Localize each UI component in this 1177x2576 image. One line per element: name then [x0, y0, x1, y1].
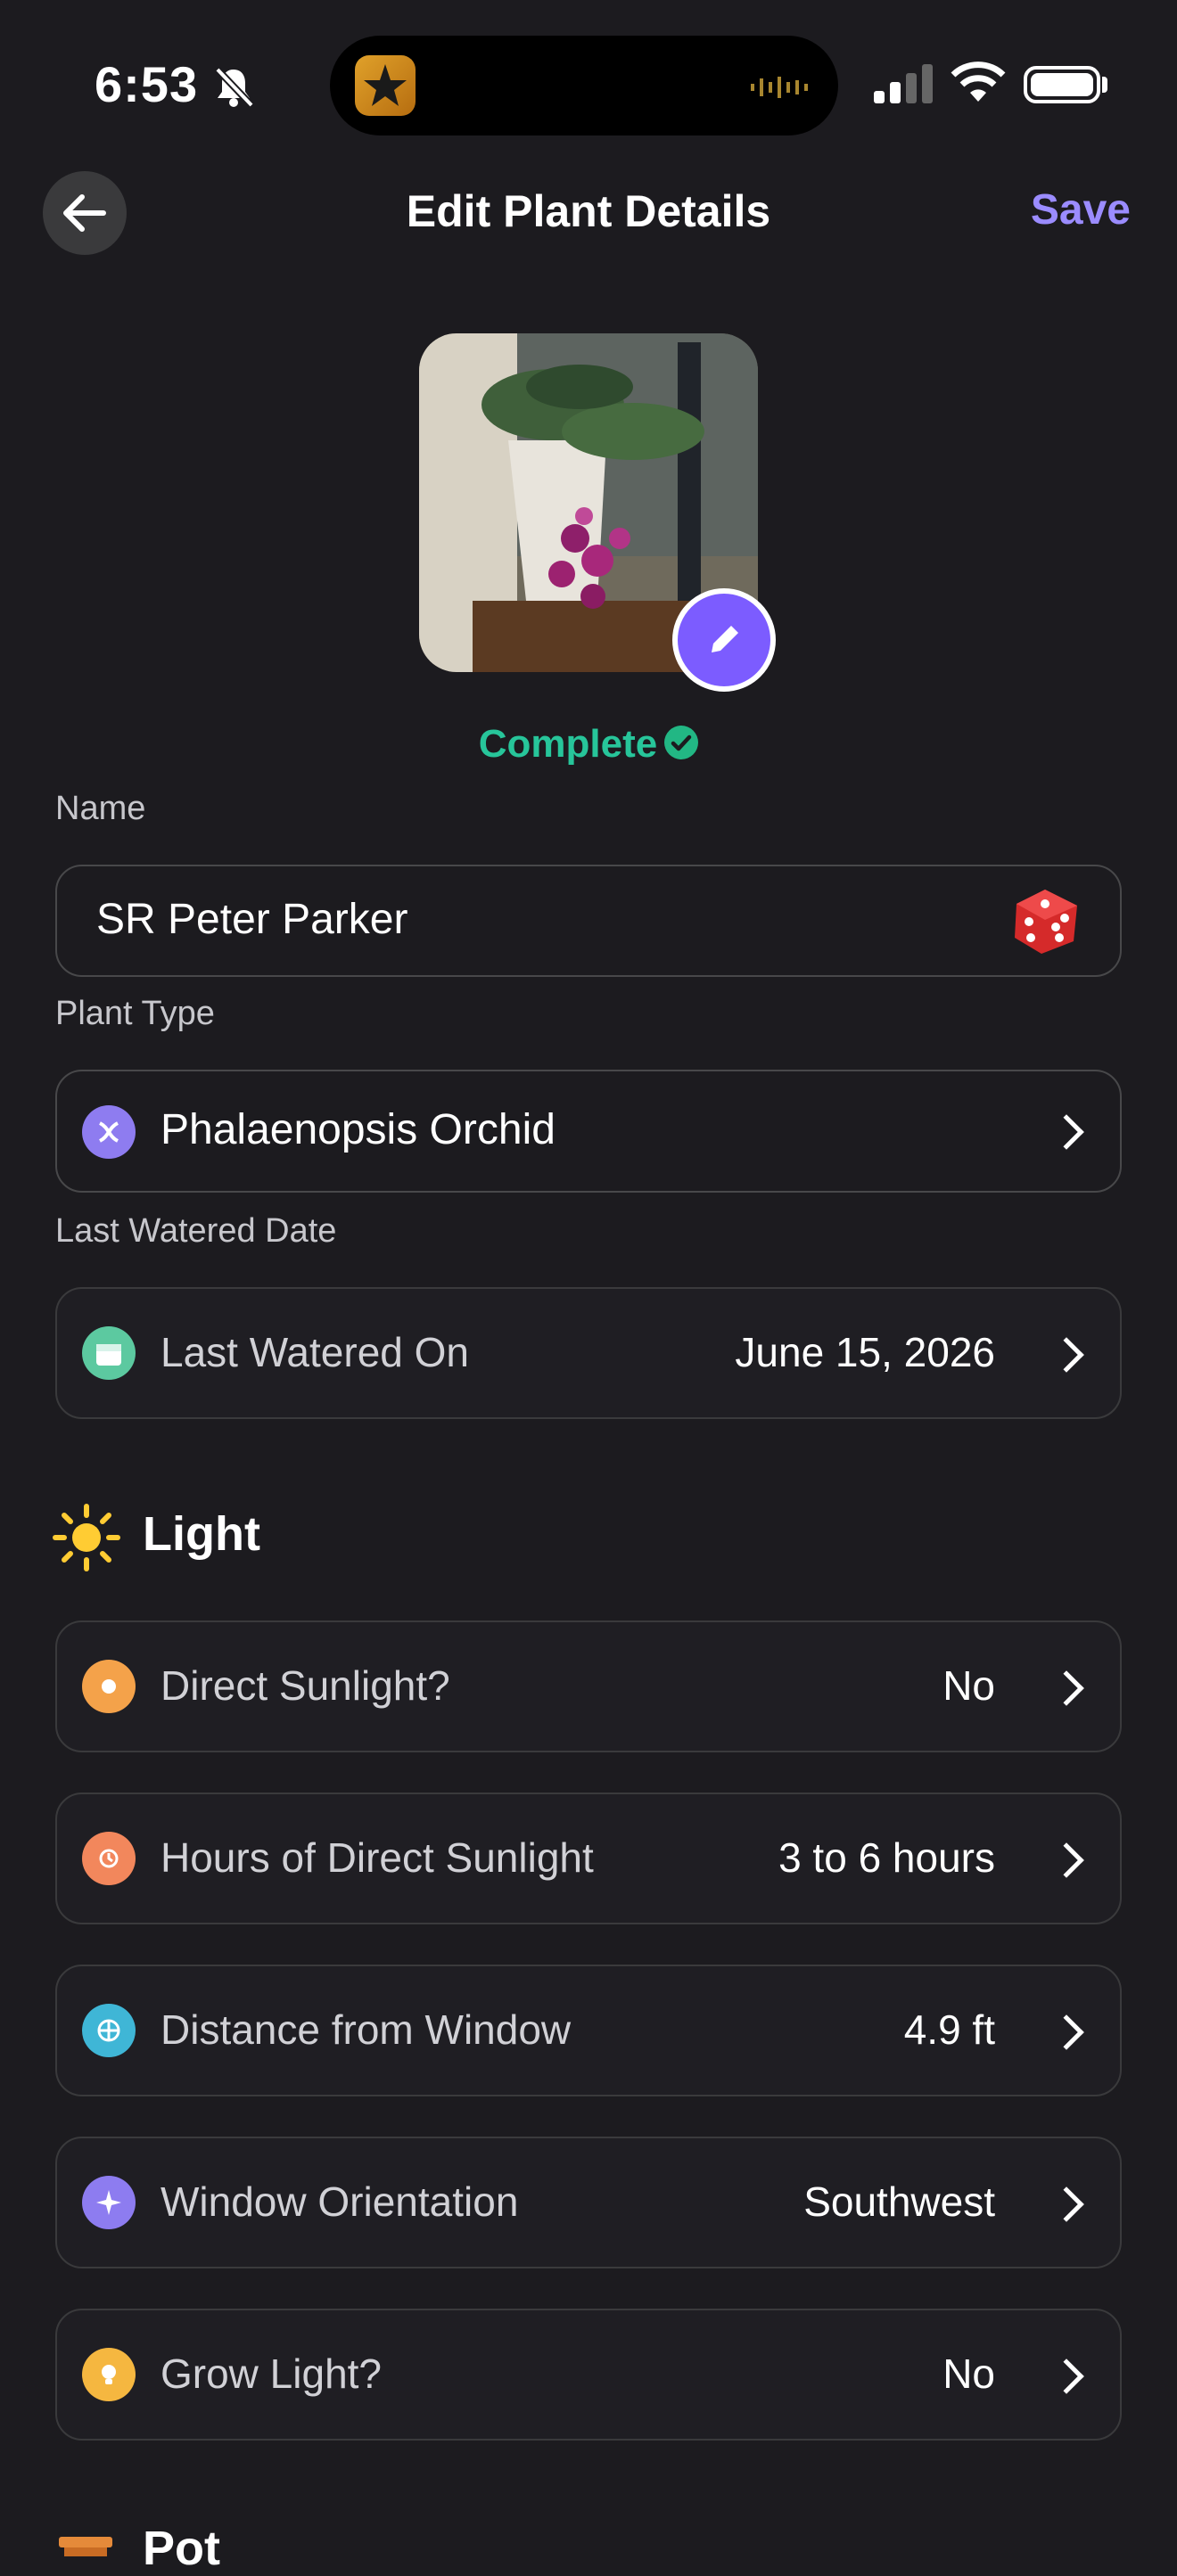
save-button[interactable]: Save	[1031, 185, 1131, 234]
window-orientation-row[interactable]: Window Orientation Southwest	[55, 2137, 1122, 2268]
sun-icon	[53, 1504, 120, 1571]
random-dice-icon[interactable]	[1009, 886, 1081, 957]
direct-sunlight-label: Direct Sunlight?	[160, 1662, 450, 1709]
hours-sunlight-value: 3 to 6 hours	[778, 1834, 995, 1881]
hours-sunlight-row[interactable]: Hours of Direct Sunlight 3 to 6 hours	[55, 1793, 1122, 1924]
last-watered-row[interactable]: Last Watered On June 15, 2026	[55, 1287, 1122, 1419]
direct-sunlight-row[interactable]: Direct Sunlight? No	[55, 1620, 1122, 1752]
edit-photo-button[interactable]	[672, 588, 776, 692]
bell-muted-icon	[215, 67, 254, 108]
pencil-icon	[712, 626, 738, 652]
cellular-signal-icon	[874, 64, 933, 103]
grow-light-row[interactable]: Grow Light? No	[55, 2309, 1122, 2441]
window-orientation-label: Window Orientation	[160, 2178, 519, 2225]
chevron-right-icon	[1049, 1114, 1084, 1150]
compass-icon	[82, 2176, 136, 2229]
window-distance-value: 4.9 ft	[903, 2006, 995, 2053]
grow-light-label: Grow Light?	[160, 2350, 383, 2397]
chevron-right-icon	[1049, 2014, 1084, 2050]
window-orientation-value: Southwest	[803, 2178, 995, 2225]
wifi-icon	[951, 62, 1006, 102]
check-circle-icon	[664, 726, 699, 760]
last-watered-row-value: June 15, 2026	[735, 1329, 995, 1375]
pot-section-title: Pot	[143, 2522, 220, 2575]
name-label: Name	[55, 790, 146, 827]
plant-type-value: Phalaenopsis Orchid	[160, 1106, 556, 1153]
completion-status-label: Complete	[478, 722, 658, 766]
chevron-right-icon	[1049, 1842, 1084, 1878]
last-watered-row-label: Last Watered On	[160, 1329, 470, 1375]
chevron-right-icon	[1049, 2186, 1084, 2222]
pot-icon	[59, 2537, 112, 2556]
chevron-right-icon	[1049, 1670, 1084, 1706]
page-title: Edit Plant Details	[406, 186, 771, 236]
window-icon	[82, 2004, 136, 2057]
light-section-title: Light	[143, 1507, 260, 1561]
window-distance-row[interactable]: Distance from Window 4.9 ft	[55, 1965, 1122, 2096]
chevron-right-icon	[1049, 2359, 1084, 2394]
window-distance-label: Distance from Window	[160, 2006, 572, 2053]
sun-clock-icon	[82, 1832, 136, 1885]
bulb-icon	[82, 2348, 136, 2401]
battery-icon	[1024, 66, 1100, 103]
hours-sunlight-label: Hours of Direct Sunlight	[160, 1834, 594, 1881]
app-icon	[355, 55, 416, 116]
last-watered-label: Last Watered Date	[55, 1212, 337, 1250]
plant-type-field[interactable]: Phalaenopsis Orchid	[55, 1070, 1122, 1193]
plant-type-label: Plant Type	[55, 995, 215, 1032]
battery-tip	[1102, 77, 1107, 93]
completion-status: Complete	[0, 722, 1177, 767]
direct-sunlight-value: No	[942, 1662, 995, 1709]
name-value: SR Peter Parker	[96, 896, 408, 943]
plant-dna-icon	[82, 1105, 136, 1159]
audio-wave-icon	[751, 77, 808, 98]
chevron-right-icon	[1049, 1337, 1084, 1373]
calendar-icon	[82, 1326, 136, 1380]
sun-circle-icon	[82, 1660, 136, 1713]
status-time: 6:53	[95, 56, 199, 112]
grow-light-value: No	[942, 2350, 995, 2397]
name-field[interactable]: SR Peter Parker	[55, 865, 1122, 977]
